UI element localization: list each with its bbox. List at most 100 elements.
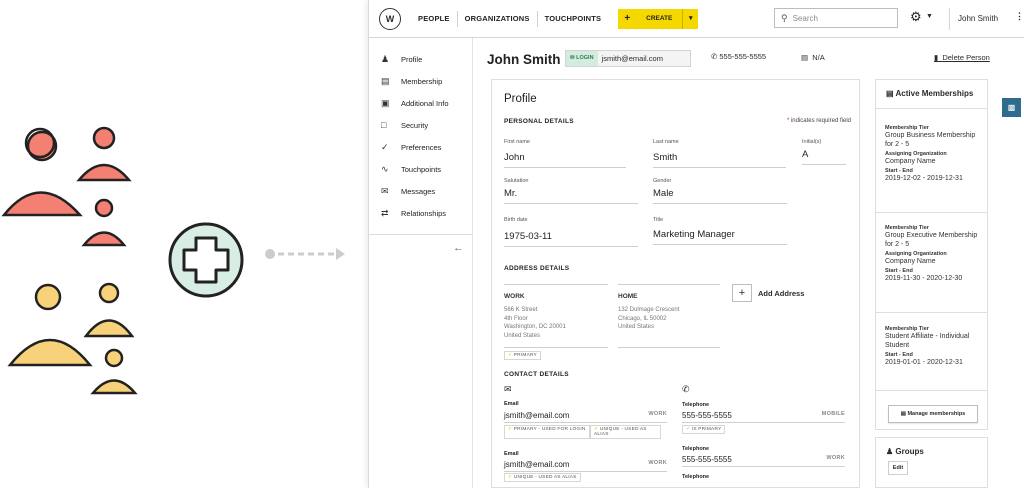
email-kind: WORK — [648, 460, 667, 466]
email-label: Email — [504, 451, 519, 457]
telephone-kind: MOBILE — [821, 411, 845, 417]
gear-icon[interactable]: ⚙ — [910, 9, 922, 25]
monitor-icon: ▤ — [900, 411, 906, 417]
work-address-lines: 566 K Street 4th Floor Washington, DC 20… — [504, 306, 566, 340]
email-field[interactable]: jsmith@email.com WORK — [504, 460, 667, 472]
manage-memberships-label: Manage memberships — [907, 411, 966, 417]
monitor-icon: ▤ — [801, 53, 809, 62]
yellow-people-group — [7, 282, 138, 395]
membership-item: Membership Tier Student Affiliate - Indi… — [885, 326, 985, 367]
user-name[interactable]: John Smith — [949, 8, 998, 30]
kebab-menu-icon[interactable]: ⋮ — [1015, 11, 1024, 22]
trash-icon: ▮ — [934, 53, 939, 62]
first-name-field[interactable]: John — [504, 152, 626, 168]
address-line: Washington, DC 20001 — [504, 324, 566, 330]
primary-tag: ✓ PRIMARY — [504, 351, 541, 360]
tab-touchpoints[interactable]: TOUCHPOINTS — [536, 10, 609, 27]
email-field[interactable]: jsmith@email.com WORK — [504, 411, 667, 423]
edit-groups-button[interactable]: Edit — [888, 461, 908, 475]
salutation-field[interactable]: Mr. — [504, 188, 638, 204]
create-label: CREATE — [646, 15, 673, 22]
assigning-org: Company Name — [885, 258, 936, 265]
sidebar-item-label: Touchpoints — [401, 164, 442, 174]
alias-tag-text: UNIQUE - USED AS ALIAS — [594, 427, 647, 437]
membership-tier: Group Business Membership for 2 - 5 — [885, 132, 976, 148]
membership-item: Membership Tier Group Executive Membersh… — [885, 225, 985, 283]
plus-circle-icon — [168, 222, 244, 298]
add-address-button[interactable]: + — [732, 284, 752, 302]
login-badge: ✉ LOGIN — [566, 51, 598, 66]
initials-field[interactable]: A — [802, 149, 846, 165]
login-tag-text: LOGIN — [576, 55, 594, 61]
membership-dates: 2019-01-01 - 2020-12-31 — [885, 359, 963, 366]
personal-details-heading: PERSONAL DETAILS — [504, 118, 574, 125]
sidebar-item-profile[interactable]: ♟ Profile — [369, 48, 472, 70]
app-window: W PEOPLE ORGANIZATIONS TOUCHPOINTS + CRE… — [368, 0, 1024, 488]
card-title: Profile — [504, 93, 537, 105]
search-input[interactable]: ⚲ Search — [774, 8, 898, 28]
telephone-field[interactable]: 555-555-5555 WORK — [682, 455, 845, 467]
delete-person-link[interactable]: ▮ Delete Person — [934, 53, 990, 62]
telephone-label: Telephone — [682, 446, 710, 452]
address-line: United States — [618, 324, 655, 330]
tab-organizations[interactable]: ORGANIZATIONS — [456, 10, 537, 27]
chevron-down-icon[interactable]: ▾ — [682, 8, 698, 29]
divider — [876, 212, 987, 213]
manage-memberships-button[interactable]: ▤ Manage memberships — [888, 405, 978, 423]
email-kind: WORK — [648, 411, 667, 417]
membership-dates: 2019-11-30 - 2020-12-30 — [885, 275, 963, 282]
login-tag: ✓ PRIMARY - USED FOR LOGIN — [504, 425, 590, 439]
work-address[interactable]: WORK 566 K Street 4th Floor Washington, … — [504, 284, 608, 360]
people-merge-illustration — [1, 126, 345, 395]
email-tags: ✓ PRIMARY - USED FOR LOGIN ✓ UNIQUE - US… — [504, 425, 661, 439]
monitor-icon: ▤ — [886, 89, 894, 98]
groups-panel: ♟ Groups Edit — [875, 437, 988, 488]
home-address[interactable]: HOME 132 Dulmage Crescent Chicago, IL 50… — [618, 284, 720, 348]
chevron-down-icon[interactable]: ▼ — [926, 13, 933, 20]
last-name-field[interactable]: Smith — [653, 152, 786, 168]
top-navigation: W PEOPLE ORGANIZATIONS TOUCHPOINTS + CRE… — [369, 0, 1024, 38]
telephone-value: 555-555-5555 — [682, 411, 732, 420]
id-card-icon: ▣ — [381, 97, 390, 108]
mail-icon: ✉ — [381, 185, 389, 196]
sidebar-item-additional-info[interactable]: ▣ Additional Info — [369, 92, 472, 114]
add-address-label[interactable]: Add Address — [758, 289, 804, 298]
address-line: 4th Floor — [504, 315, 528, 322]
check-icon: ✓ — [508, 353, 513, 358]
login-email-field: ✉ LOGIN jsmith@email.com — [565, 50, 691, 67]
create-button[interactable]: + CREATE ▾ — [618, 8, 699, 29]
sidebar-item-preferences[interactable]: ✓ Preferences — [369, 136, 472, 158]
logo-icon[interactable]: W — [379, 7, 401, 30]
contact-details-heading: CONTACT DETAILS — [504, 371, 569, 378]
memberships-title: ▤ Active Memberships — [886, 89, 973, 98]
sidebar-item-relationships[interactable]: ⇄ Relationships — [369, 202, 472, 224]
divider — [876, 312, 987, 313]
gender-field[interactable]: Male — [653, 188, 787, 204]
title-field[interactable]: Marketing Manager — [653, 229, 787, 245]
home-address-lines: 132 Dulmage Crescent Chicago, IL 50002 U… — [618, 306, 679, 332]
header-device: ▤ N/A — [801, 53, 825, 62]
telephone-field[interactable]: 555-555-5555 MOBILE — [682, 411, 845, 423]
alias-tag: ✓ UNIQUE - USED AS ALIAS — [504, 473, 581, 482]
monitor-icon: ▤ — [381, 75, 390, 86]
address-line: Chicago, IL 50002 — [618, 315, 667, 322]
telephone-label: Telephone — [682, 474, 710, 480]
groups-title-text: Groups — [895, 447, 924, 456]
sidebar-item-label: Messages — [401, 186, 436, 196]
sidebar-item-messages[interactable]: ✉ Messages — [369, 180, 472, 202]
initials-label: Initial(s) — [802, 139, 822, 145]
sidebar-item-security[interactable]: □ Security — [369, 114, 472, 136]
birth-date-field[interactable]: 1975-03-11 — [504, 231, 638, 247]
divider — [876, 108, 987, 109]
sidebar-item-label: Profile — [401, 54, 423, 64]
sidebar-divider — [369, 234, 472, 235]
page-title: John Smith — [487, 52, 561, 67]
tab-people[interactable]: PEOPLE — [411, 11, 457, 27]
sidebar-item-touchpoints[interactable]: ∿ Touchpoints — [369, 158, 472, 180]
arrow-left-icon[interactable]: ← — [453, 242, 464, 254]
header-phone-text: 555-555-5555 — [719, 52, 767, 61]
address-line: 132 Dulmage Crescent — [618, 307, 680, 313]
sidebar-item-membership[interactable]: ▤ Membership — [369, 70, 472, 92]
membership-dates: 2019-12-02 - 2019-12-31 — [885, 175, 963, 182]
chat-icon[interactable]: ▩ — [1002, 98, 1021, 117]
